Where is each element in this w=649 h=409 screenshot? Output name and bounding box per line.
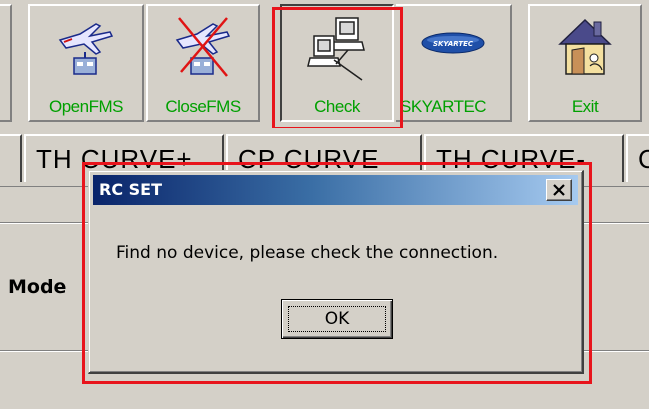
check-button[interactable]: Check xyxy=(280,4,394,122)
tab-label: C xyxy=(638,144,649,174)
ok-label: OK xyxy=(324,309,350,329)
svg-text:SKYARTEC: SKYARTEC xyxy=(433,40,474,48)
skyartec-button[interactable]: SKYARTEC SKYARTEC xyxy=(396,4,512,122)
toolbar: OpenFMS CloseFMS Check SKYARTEC SKYARTEC… xyxy=(0,0,649,128)
closefms-label: CloseFMS xyxy=(165,97,241,116)
mode-label: Mode xyxy=(8,276,67,298)
airplane-plug-crossed-icon xyxy=(173,14,233,82)
openfms-button[interactable]: OpenFMS xyxy=(28,4,144,122)
tab-partial-right[interactable]: C xyxy=(626,134,649,182)
closefms-button[interactable]: CloseFMS xyxy=(146,4,260,122)
openfms-label: OpenFMS xyxy=(49,97,123,116)
exit-button[interactable]: Exit xyxy=(528,4,642,122)
toolbar-button-partial[interactable] xyxy=(0,4,12,122)
skyartec-label: SKYARTEC xyxy=(400,97,487,116)
dialog-title: RC SET xyxy=(99,180,162,199)
dialog-message: Find no device, please check the connect… xyxy=(116,243,499,263)
close-icon xyxy=(553,184,565,196)
dialog-titlebar[interactable]: RC SET xyxy=(93,175,578,205)
skyartec-logo-icon: SKYARTEC xyxy=(421,32,485,58)
airplane-plug-icon xyxy=(56,14,116,82)
tab-partial-left[interactable] xyxy=(0,134,22,182)
dialog-close-button[interactable] xyxy=(546,179,572,201)
ok-button[interactable]: OK xyxy=(281,299,393,339)
house-exit-icon xyxy=(554,14,616,84)
exit-label: Exit xyxy=(571,97,599,116)
rc-set-dialog: RC SET Find no device, please check the … xyxy=(88,170,584,374)
check-label: Check xyxy=(314,97,360,116)
computers-connection-icon xyxy=(306,14,368,86)
